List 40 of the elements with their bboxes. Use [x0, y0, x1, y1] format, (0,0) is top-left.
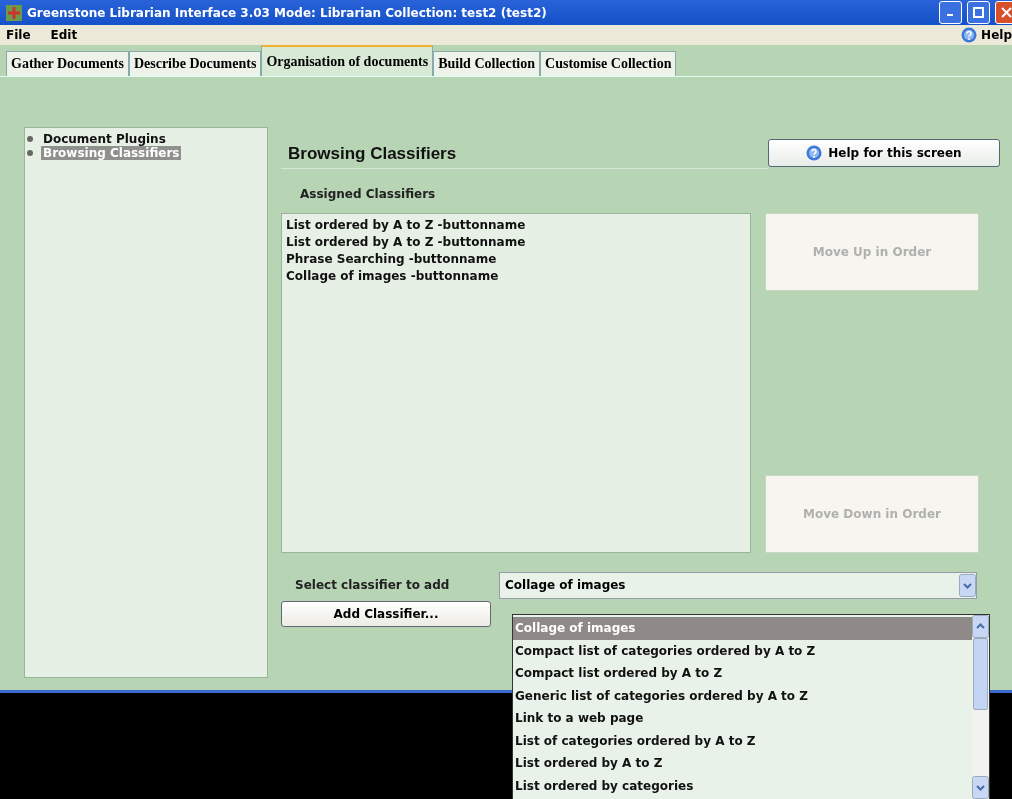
- list-item[interactable]: List ordered by A to Z -buttonname: [286, 217, 746, 234]
- list-item[interactable]: Collage of images -buttonname: [286, 268, 746, 285]
- tab[interactable]: Describe Documents: [128, 51, 262, 76]
- add-classifier-button[interactable]: Add Classifier...: [281, 601, 491, 627]
- dropdown-option[interactable]: Compact list ordered by A to Z: [513, 662, 972, 685]
- list-item[interactable]: List ordered by A to Z -buttonname: [286, 234, 746, 251]
- menu-item[interactable]: Edit: [50, 28, 98, 42]
- list-label: Assigned Classifiers: [300, 187, 436, 201]
- help-menu[interactable]: Help: [961, 27, 1012, 43]
- field-label: Select classifier to add: [295, 578, 451, 592]
- tree-item[interactable]: Document Plugins: [41, 132, 168, 146]
- help-icon: [806, 145, 823, 161]
- dropdown-option[interactable]: Link to a web page: [513, 707, 972, 730]
- tab[interactable]: Build Collection: [433, 51, 541, 76]
- app-icon: [6, 4, 22, 21]
- help-icon: [961, 27, 978, 43]
- help-button[interactable]: Help for this screen: [768, 139, 1000, 167]
- scroll-down-icon[interactable]: [972, 776, 989, 799]
- window-title: Greenstone Librarian Interface 3.03 Mode: Librarian Collection: test2 (test2): [27, 5, 548, 20]
- scrollbar[interactable]: [972, 615, 989, 799]
- dropdown-option[interactable]: List ordered by A to Z: [513, 752, 972, 775]
- dropdown-option[interactable]: Compact list of categories ordered by A to Z: [513, 639, 972, 662]
- tab[interactable]: Gather Documents: [6, 51, 129, 76]
- minimize-button[interactable]: [939, 1, 962, 24]
- tab[interactable]: Organisation of documents: [261, 45, 434, 76]
- menu-item[interactable]: File: [6, 28, 51, 42]
- tab[interactable]: Customise Collection: [540, 51, 677, 76]
- section-heading: Browsing Classifiers: [281, 137, 768, 169]
- dropdown-option[interactable]: List of categories ordered by A to Z: [513, 729, 972, 752]
- dropdown-option[interactable]: List ordered by categories: [513, 774, 972, 797]
- close-icon: [1001, 7, 1012, 18]
- classifier-dropdown[interactable]: Collage of images: [499, 571, 977, 599]
- maximize-icon: [973, 7, 984, 18]
- dropdown-option[interactable]: Generic list of categories ordered by A to Z: [513, 684, 972, 707]
- bullet-icon: [27, 150, 33, 156]
- maximize-button[interactable]: [967, 1, 990, 24]
- close-button[interactable]: [995, 1, 1012, 24]
- scroll-up-icon[interactable]: [972, 615, 989, 638]
- bullet-icon: [27, 136, 33, 142]
- list-item[interactable]: Phrase Searching -buttonname: [286, 251, 746, 268]
